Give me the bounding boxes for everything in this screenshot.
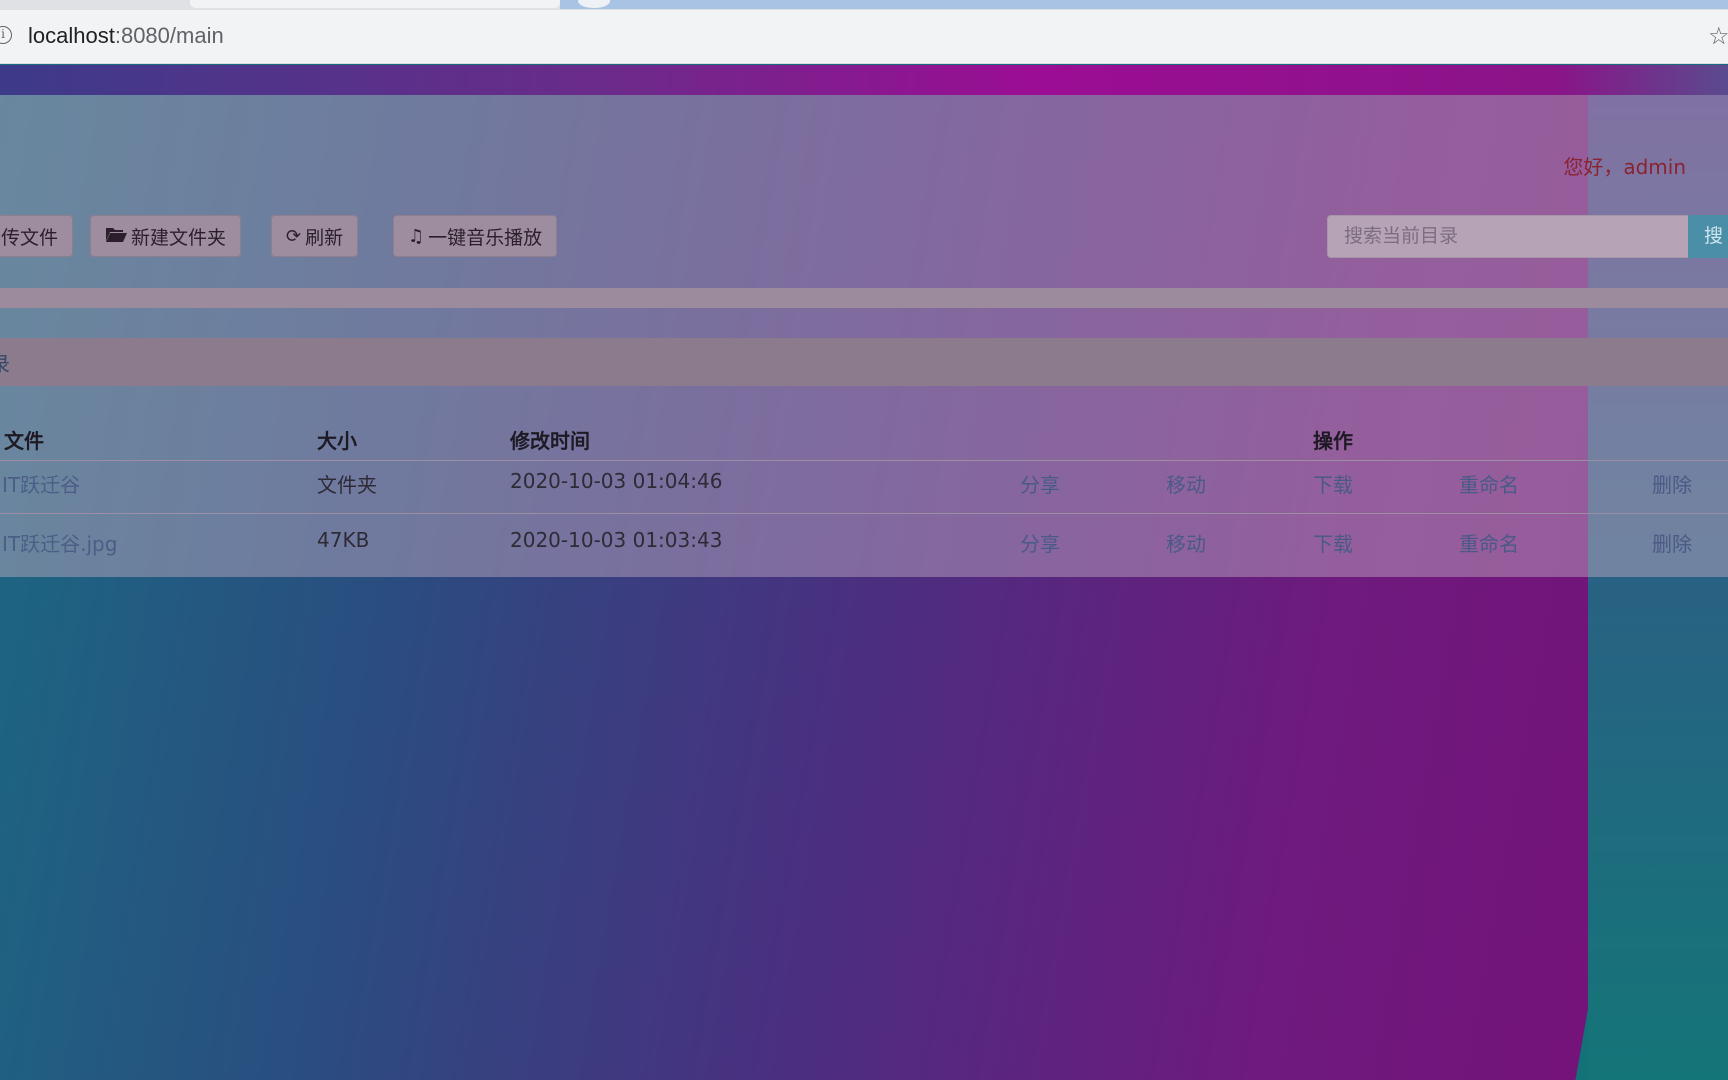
- address-bar[interactable]: i localhost:8080/main ☆: [0, 10, 1728, 64]
- upload-button-label: 传文件: [1, 226, 59, 249]
- music-play-button[interactable]: ♫ 一键音乐播放: [393, 215, 558, 257]
- info-icon[interactable]: i: [0, 26, 12, 44]
- breadcrumb-current[interactable]: 录: [0, 348, 10, 377]
- rename-link[interactable]: 重命名: [1459, 528, 1519, 557]
- table-divider: [0, 460, 1728, 461]
- music-note-icon: ♫: [408, 225, 425, 247]
- share-link[interactable]: 分享: [1020, 469, 1060, 498]
- file-modified: 2020-10-03 01:03:43: [510, 528, 723, 552]
- search-button[interactable]: 搜: [1688, 215, 1728, 258]
- browser-tabstrip: [0, 0, 1728, 10]
- refresh-icon: ⟳: [286, 225, 302, 247]
- refresh-button[interactable]: ⟳ 刷新: [271, 215, 359, 257]
- url-path: :8080/main: [114, 23, 224, 48]
- browser-tab[interactable]: [190, 0, 560, 8]
- refresh-label: 刷新: [305, 226, 344, 249]
- move-link[interactable]: 移动: [1166, 469, 1206, 498]
- upload-button[interactable]: 传文件: [0, 215, 74, 257]
- move-link[interactable]: 移动: [1166, 528, 1206, 557]
- breadcrumb: 录: [0, 338, 1728, 386]
- column-header-modified: 修改时间: [510, 429, 590, 453]
- page-background: 您好，admin 传文件 新建文件夹 ⟳ 刷新 ♫ 一键音乐播放 搜索当前目录 …: [0, 65, 1728, 1080]
- star-icon[interactable]: ☆: [1708, 22, 1728, 50]
- user-greeting[interactable]: 您好，admin: [1563, 151, 1686, 180]
- new-folder-label: 新建文件夹: [131, 226, 227, 249]
- column-header-actions: 操作: [1313, 429, 1353, 453]
- page-load-progress: [560, 0, 1728, 9]
- url-text[interactable]: localhost:8080/main: [28, 23, 224, 49]
- file-name-link[interactable]: IT跃迁谷: [2, 469, 80, 498]
- top-navbar: [0, 65, 1728, 95]
- download-link[interactable]: 下载: [1313, 469, 1353, 498]
- rename-link[interactable]: 重命名: [1459, 469, 1519, 498]
- progress-divider: [0, 288, 1728, 308]
- file-size: 47KB: [317, 528, 370, 552]
- file-modified: 2020-10-03 01:04:46: [510, 469, 723, 493]
- delete-link[interactable]: 删除: [1652, 528, 1692, 557]
- search-input[interactable]: 搜索当前目录: [1327, 215, 1689, 258]
- column-header-file: 文件: [4, 429, 44, 453]
- column-header-size: 大小: [317, 429, 357, 453]
- folder-open-icon: [105, 225, 127, 248]
- url-host: localhost: [28, 23, 115, 48]
- file-manager-panel: 您好，admin 传文件 新建文件夹 ⟳ 刷新 ♫ 一键音乐播放 搜索当前目录 …: [0, 95, 1728, 577]
- download-link[interactable]: 下载: [1313, 528, 1353, 557]
- new-folder-button[interactable]: 新建文件夹: [90, 215, 242, 257]
- file-size: 文件夹: [317, 473, 377, 497]
- table-divider: [0, 513, 1728, 514]
- share-link[interactable]: 分享: [1020, 528, 1060, 557]
- file-name-link[interactable]: IT跃迁谷.jpg: [2, 528, 117, 557]
- delete-link[interactable]: 删除: [1652, 469, 1692, 498]
- music-play-label: 一键音乐播放: [428, 226, 543, 249]
